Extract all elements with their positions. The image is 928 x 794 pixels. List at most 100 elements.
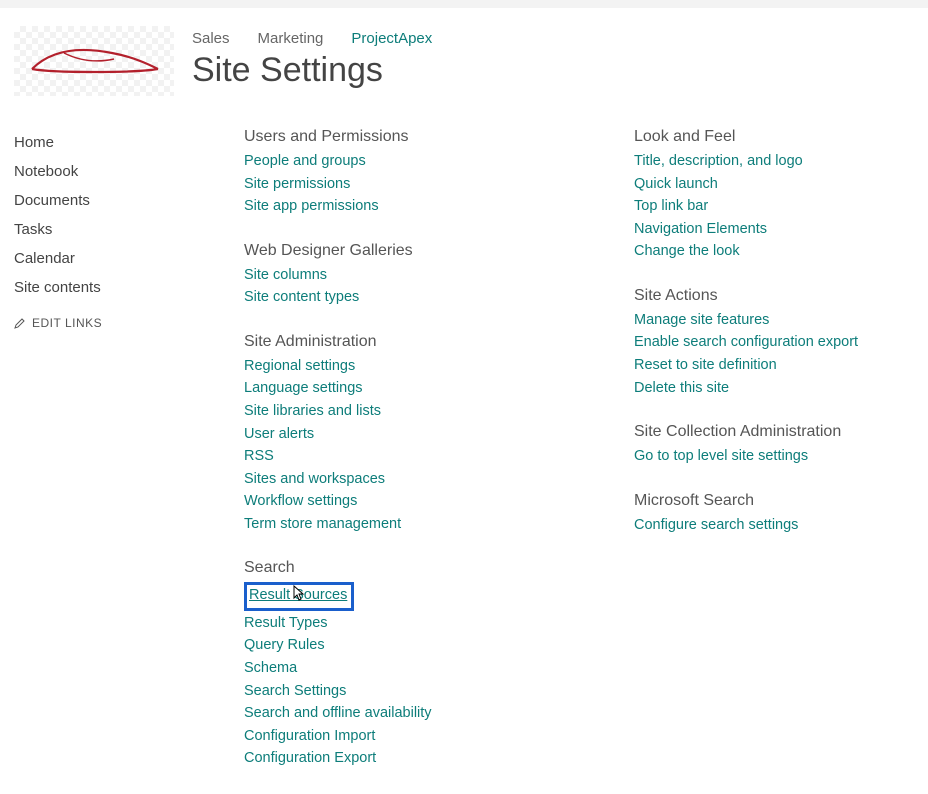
link-people-and-groups[interactable]: People and groups (244, 153, 366, 169)
section-link-item: Navigation Elements (634, 218, 924, 241)
left-nav-item[interactable]: Documents (14, 186, 184, 215)
settings-col-2: Look and Feel Title, description, and log… (634, 128, 924, 794)
suite-bar (0, 0, 928, 8)
link-sites-and-workspaces[interactable]: Sites and workspaces (244, 471, 385, 487)
top-nav: Sales Marketing ProjectApex (192, 30, 432, 47)
section-link-item: Delete this site (634, 377, 924, 400)
section-link-item: Search Settings (244, 680, 634, 703)
car-logo-icon (24, 43, 164, 79)
section-link-item: Enable search configuration export (634, 331, 924, 354)
link-schema[interactable]: Schema (244, 660, 297, 676)
link-configuration-import[interactable]: Configuration Import (244, 728, 375, 744)
section-link-item: Result Types (244, 612, 634, 635)
site-logo[interactable] (14, 26, 174, 96)
section-link-item: Configuration Export (244, 747, 634, 770)
section-heading: Search (244, 559, 634, 577)
section-link-item: Term store management (244, 513, 634, 536)
left-nav-item[interactable]: Home (14, 128, 184, 157)
link-rss[interactable]: RSS (244, 448, 274, 464)
pencil-icon (14, 317, 26, 329)
link-configure-search-settings[interactable]: Configure search settings (634, 517, 798, 533)
link-quick-launch[interactable]: Quick launch (634, 176, 718, 192)
left-nav-item[interactable]: Tasks (14, 215, 184, 244)
link-regional-settings[interactable]: Regional settings (244, 358, 355, 374)
link-result-types[interactable]: Result Types (244, 615, 328, 631)
section-look-and-feel: Look and Feel Title, description, and log… (634, 128, 924, 263)
link-go-to-top-level-site-settings[interactable]: Go to top level site settings (634, 448, 808, 464)
section-link-item: People and groups (244, 150, 634, 173)
section-links: Configure search settings (634, 514, 924, 537)
section-link-item: Language settings (244, 377, 634, 400)
left-nav-item[interactable]: Calendar (14, 244, 184, 273)
section-link-item: Search and offline availability (244, 702, 634, 725)
section-heading: Users and Permissions (244, 128, 634, 146)
section-link-item: Regional settings (244, 355, 634, 378)
section-site-collection-administration: Site Collection Administration Go to top … (634, 423, 924, 468)
section-site-administration: Site Administration Regional settings Lang… (244, 333, 634, 536)
link-title-description-and-logo[interactable]: Title, description, and logo (634, 153, 803, 169)
section-links: Title, description, and logo Quick launch… (634, 150, 924, 263)
section-links: Go to top level site settings (634, 445, 924, 468)
left-nav-item[interactable]: Notebook (14, 157, 184, 186)
section-link-item: Configuration Import (244, 725, 634, 748)
section-heading: Site Collection Administration (634, 423, 924, 441)
link-result-sources[interactable]: Result Sources (249, 587, 347, 603)
settings-col-1: Users and Permissions People and groups Si… (244, 128, 634, 794)
page-root: SalesMarketingProjectApex Site Settings … (0, 0, 928, 794)
link-site-libraries-and-lists[interactable]: Site libraries and lists (244, 403, 381, 419)
link-site-permissions[interactable]: Site permissions (244, 176, 350, 192)
edit-links-button[interactable]: EDIT LINKS (14, 316, 184, 330)
top-nav-link[interactable]: Marketing (258, 30, 324, 47)
link-site-content-types[interactable]: Site content types (244, 289, 359, 305)
link-search-and-offline-availability[interactable]: Search and offline availability (244, 705, 432, 721)
section-link-item: User alerts (244, 423, 634, 446)
section-link-item: Site content types (244, 286, 634, 309)
section-web-designer-galleries: Web Designer GalleriesSite columnsSite c… (244, 242, 634, 309)
link-enable-search-configuration-export[interactable]: Enable search configuration export (634, 334, 858, 350)
section-link-item: Go to top level site settings (634, 445, 924, 468)
link-delete-this-site[interactable]: Delete this site (634, 380, 729, 396)
top-nav-link[interactable]: Sales (192, 30, 230, 47)
section-link-item: Quick launch (634, 173, 924, 196)
left-nav: HomeNotebookDocumentsTasksCalendarSite c… (14, 118, 184, 794)
section-link-item: Site columns (244, 264, 634, 287)
section-heading: Site Administration (244, 333, 634, 351)
section-link-item: Workflow settings (244, 490, 634, 513)
section-users-and-permissions: Users and Permissions People and groups Si… (244, 128, 634, 218)
section-links: Manage site features Enable search config… (634, 309, 924, 399)
section-links: Regional settings Language settings Site l… (244, 355, 634, 536)
link-workflow-settings[interactable]: Workflow settings (244, 493, 357, 509)
section-site-actions: Site Actions Manage site features Enable s… (634, 287, 924, 399)
link-query-rules[interactable]: Query Rules (244, 637, 325, 653)
section-heading: Microsoft Search (634, 492, 924, 510)
link-manage-site-features[interactable]: Manage site features (634, 312, 769, 328)
section-link-item: Sites and workspaces (244, 468, 634, 491)
link-change-the-look[interactable]: Change the look (634, 243, 740, 259)
section-heading: Look and Feel (634, 128, 924, 146)
link-term-store-management[interactable]: Term store management (244, 516, 401, 532)
section-link-item: Query Rules (244, 634, 634, 657)
section-link-item: Configure search settings (634, 514, 924, 537)
top-nav-link[interactable]: ProjectApex (351, 30, 432, 47)
section-heading: Web Designer Galleries (244, 242, 634, 260)
section-link-item: Site permissions (244, 173, 634, 196)
section-link-item: Schema (244, 657, 634, 680)
link-configuration-export[interactable]: Configuration Export (244, 750, 376, 766)
section-microsoft-search: Microsoft Search Configure search setting… (634, 492, 924, 537)
link-language-settings[interactable]: Language settings (244, 380, 363, 396)
link-navigation-elements[interactable]: Navigation Elements (634, 221, 767, 237)
link-user-alerts[interactable]: User alerts (244, 426, 314, 442)
left-nav-list: HomeNotebookDocumentsTasksCalendarSite c… (14, 128, 184, 302)
section-link-item: Title, description, and logo (634, 150, 924, 173)
link-site-app-permissions[interactable]: Site app permissions (244, 198, 379, 214)
link-reset-to-site-definition[interactable]: Reset to site definition (634, 357, 777, 373)
edit-links-label: EDIT LINKS (32, 316, 102, 330)
section-link-item: Reset to site definition (634, 354, 924, 377)
left-nav-item[interactable]: Site contents (14, 273, 184, 302)
section-heading: Site Actions (634, 287, 924, 305)
link-search-settings[interactable]: Search Settings (244, 683, 346, 699)
section-link-item: Manage site features (634, 309, 924, 332)
section-links: Site columns Site content types (244, 264, 634, 309)
link-site-columns[interactable]: Site columns (244, 267, 327, 283)
link-top-link-bar[interactable]: Top link bar (634, 198, 708, 214)
